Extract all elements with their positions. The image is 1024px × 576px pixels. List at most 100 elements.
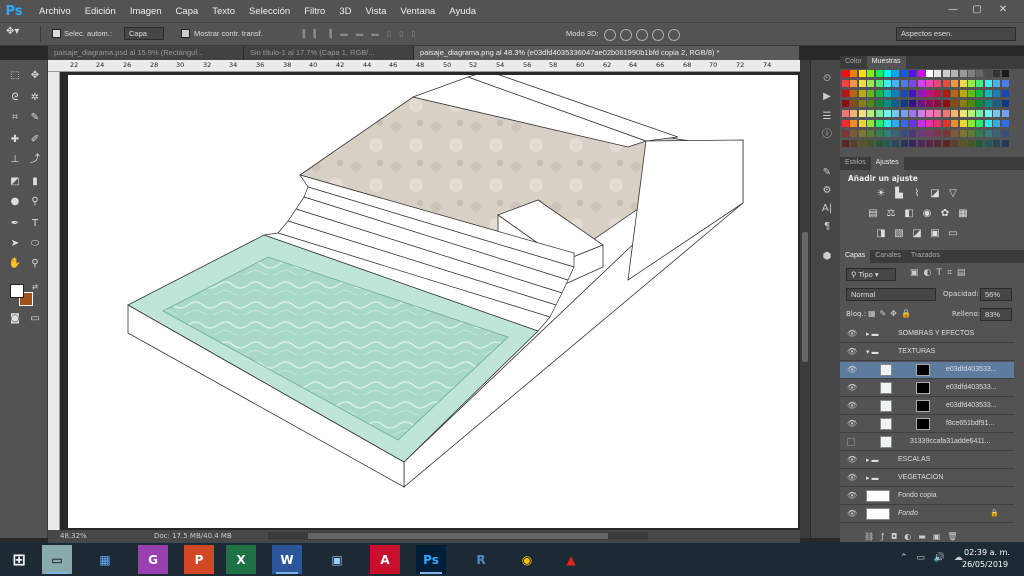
swatch[interactable] [984, 80, 992, 87]
task-calculator[interactable]: ▦ [90, 545, 120, 574]
swatch[interactable] [984, 120, 992, 127]
swatch[interactable] [875, 130, 883, 137]
swatch[interactable] [884, 80, 891, 87]
swatch[interactable] [842, 120, 849, 127]
swatch[interactable] [850, 100, 858, 107]
swatch[interactable] [892, 90, 900, 97]
task-excel[interactable]: X [226, 545, 256, 574]
menu-ayuda[interactable]: Ayuda [442, 6, 483, 17]
task-word[interactable]: W [272, 545, 302, 574]
properties-icon[interactable]: ☰ [820, 110, 834, 124]
move-tool-icon[interactable]: ✥▾ [6, 26, 19, 37]
swatch[interactable] [959, 100, 967, 107]
menu-vista[interactable]: Vista [358, 6, 393, 17]
swatch[interactable] [968, 140, 975, 147]
swatch[interactable] [867, 120, 875, 127]
swatch[interactable] [875, 80, 883, 87]
tab-paisaje-png[interactable]: paisaje_diagrama.png al 48.3% (e03dfd403… [414, 46, 800, 60]
clone-source-icon[interactable]: ⚙ [820, 184, 834, 198]
swatch[interactable] [917, 90, 925, 97]
menu-3d[interactable]: 3D [332, 6, 358, 17]
shape-tool-icon[interactable]: ⬭ [27, 237, 43, 251]
swatch[interactable] [934, 120, 942, 127]
brush-tool-icon[interactable]: ✐ [27, 133, 43, 147]
swatch[interactable] [959, 70, 967, 77]
swatch[interactable] [917, 80, 925, 87]
hue-sat-icon[interactable]: ▤ [866, 208, 880, 220]
tab-color[interactable]: Color [840, 56, 867, 69]
close-button[interactable]: ✕ [992, 0, 1014, 18]
swatch[interactable] [867, 110, 875, 117]
menu-seleccion[interactable]: Selección [242, 6, 297, 17]
swatch[interactable] [993, 120, 1001, 127]
swatch[interactable] [968, 80, 975, 87]
swatch[interactable] [951, 70, 959, 77]
swatch[interactable] [934, 110, 942, 117]
swatch[interactable] [993, 130, 1001, 137]
auto-select-checkbox[interactable] [52, 29, 61, 38]
posterize-icon[interactable]: ▧ [892, 228, 906, 240]
swatch[interactable] [984, 100, 992, 107]
healing-brush-icon[interactable]: ✚ [7, 133, 23, 147]
filter-icons[interactable]: ▣◐T⌗▤ [910, 268, 970, 278]
swatch[interactable] [858, 140, 866, 147]
swatch[interactable] [917, 130, 925, 137]
align-icons[interactable]: ▐ ▌ ▐ ▬ ▬ ▬ ▯ ▯ ▯ [300, 29, 419, 38]
swatch[interactable] [900, 110, 908, 117]
swatch[interactable] [959, 90, 967, 97]
selective-color-icon[interactable]: ▣ [928, 228, 942, 240]
swatch[interactable] [900, 100, 908, 107]
swatch[interactable] [984, 70, 992, 77]
layer-fondo-copia[interactable]: 👁 Fondo copia [840, 488, 1014, 505]
blur-tool-icon[interactable]: ● [7, 195, 23, 209]
layer-fondo[interactable]: 👁 Fondo 🔒 [840, 506, 1014, 523]
swatch[interactable] [993, 110, 1001, 117]
zoom-level[interactable]: 48.32% [60, 532, 87, 540]
swatch[interactable] [993, 70, 1001, 77]
color-lookup-icon[interactable]: ▦ [956, 208, 970, 220]
swatch-grid[interactable] [842, 70, 1012, 154]
swatch[interactable] [942, 70, 950, 77]
swatch[interactable] [842, 90, 849, 97]
gradient-map-icon[interactable]: ▭ [946, 228, 960, 240]
swatch[interactable] [900, 140, 908, 147]
swatch[interactable] [867, 130, 875, 137]
swatch[interactable] [984, 90, 992, 97]
layer-313[interactable]: 31339ccafa31adde6411... [840, 434, 1014, 451]
magic-wand-icon[interactable]: ✲ [27, 91, 43, 105]
stamp-tool-icon[interactable]: ⊥ [7, 153, 23, 167]
menu-imagen[interactable]: Imagen [123, 6, 169, 17]
swatch[interactable] [942, 130, 950, 137]
layer-group-texturas[interactable]: 👁 ▾ ▬ TEXTURAS [840, 344, 1014, 361]
swatch[interactable] [900, 120, 908, 127]
vertical-scrollbar[interactable] [800, 60, 810, 538]
menu-archivo[interactable]: Archivo [32, 6, 78, 17]
swatch[interactable] [884, 90, 891, 97]
eye-icon[interactable]: 👁 [847, 473, 857, 482]
history-brush-icon[interactable]: ⤴ [27, 153, 43, 167]
swatch[interactable] [909, 140, 917, 147]
swatch[interactable] [993, 100, 1001, 107]
swatch[interactable] [884, 110, 891, 117]
tab-trazados[interactable]: Trazados [906, 250, 945, 263]
swatch[interactable] [900, 80, 908, 87]
swatch[interactable] [976, 120, 984, 127]
eye-icon[interactable]: 👁 [847, 365, 857, 374]
layer-f8c[interactable]: 👁 f8ce651bdf91... [840, 416, 1014, 433]
swatch[interactable] [926, 140, 933, 147]
rotate3d-icon[interactable] [604, 29, 616, 41]
swatch[interactable] [858, 70, 866, 77]
eyedropper-icon[interactable]: ✎ [27, 111, 43, 125]
swatch[interactable] [867, 70, 875, 77]
swatch[interactable] [892, 70, 900, 77]
swatch[interactable] [951, 80, 959, 87]
menu-texto[interactable]: Texto [205, 6, 242, 17]
swatch[interactable] [1001, 80, 1009, 87]
task-autocad[interactable]: A [370, 545, 400, 574]
tab-paisaje-psd[interactable]: paisaje_diagrama.psd al 15.9% (Rectángul… [48, 46, 244, 60]
swatch[interactable] [858, 90, 866, 97]
eye-icon[interactable]: 👁 [847, 401, 857, 410]
swatch[interactable] [959, 140, 967, 147]
swatch[interactable] [959, 130, 967, 137]
swatch[interactable] [926, 70, 933, 77]
